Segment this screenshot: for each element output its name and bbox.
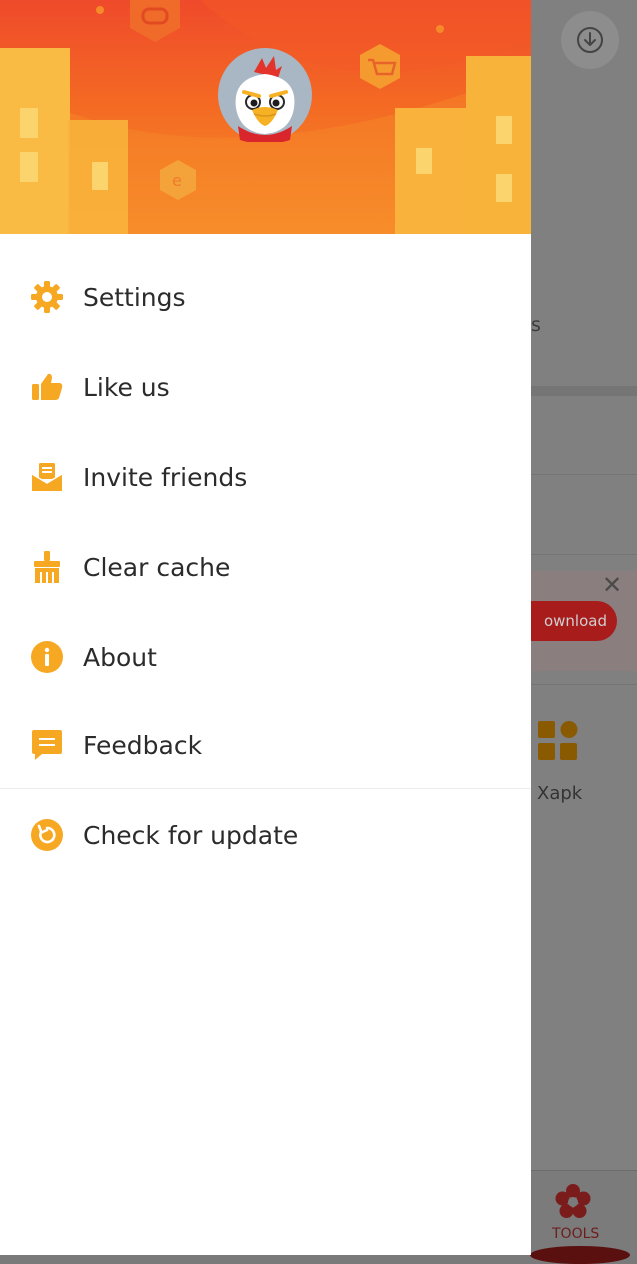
xapk-tool-label[interactable]: Xapk bbox=[537, 783, 582, 804]
chat-icon bbox=[29, 727, 65, 763]
menu-item-label: Check for update bbox=[83, 820, 299, 850]
menu-item-label: About bbox=[83, 642, 157, 672]
menu-divider bbox=[0, 788, 531, 789]
menu-item-label: Settings bbox=[83, 282, 186, 312]
broom-icon bbox=[29, 549, 65, 585]
gear-icon bbox=[29, 279, 65, 315]
navigation-drawer: e Settings Like us Invite friends Clear … bbox=[0, 0, 531, 1255]
refresh-icon bbox=[29, 817, 65, 853]
avatar[interactable] bbox=[218, 48, 312, 142]
background-partial-text: s bbox=[531, 314, 541, 336]
row-divider bbox=[531, 684, 637, 685]
download-arrow-icon bbox=[577, 27, 603, 53]
close-icon[interactable]: ✕ bbox=[602, 571, 622, 599]
menu-item-about[interactable]: About bbox=[0, 612, 531, 702]
menu-item-clear-cache[interactable]: Clear cache bbox=[0, 522, 531, 612]
menu-item-label: Invite friends bbox=[83, 462, 248, 492]
drawer-header: e bbox=[0, 0, 531, 234]
tab-indicator bbox=[530, 1246, 630, 1264]
envelope-icon bbox=[29, 459, 65, 495]
thumbs-up-icon bbox=[29, 369, 65, 405]
menu-item-invite-friends[interactable]: Invite friends bbox=[0, 432, 531, 522]
info-icon bbox=[29, 639, 65, 675]
download-manager-button[interactable] bbox=[561, 11, 619, 69]
menu-item-like-us[interactable]: Like us bbox=[0, 342, 531, 432]
row-divider bbox=[531, 474, 637, 475]
menu-item-check-for-update[interactable]: Check for update bbox=[0, 790, 531, 880]
menu-item-label: Clear cache bbox=[83, 552, 231, 582]
tools-flower-icon[interactable] bbox=[555, 1184, 591, 1220]
menu-item-label: Like us bbox=[83, 372, 170, 402]
svg-text:e: e bbox=[172, 171, 182, 190]
menu-item-settings[interactable]: Settings bbox=[0, 252, 531, 342]
xapk-grid-icon[interactable] bbox=[537, 720, 579, 762]
tab-tools[interactable]: TOOLS bbox=[552, 1226, 599, 1242]
menu-item-feedback[interactable]: Feedback bbox=[0, 700, 531, 790]
row-divider bbox=[531, 554, 637, 555]
menu-item-label: Feedback bbox=[83, 730, 203, 760]
section-separator bbox=[531, 386, 637, 396]
